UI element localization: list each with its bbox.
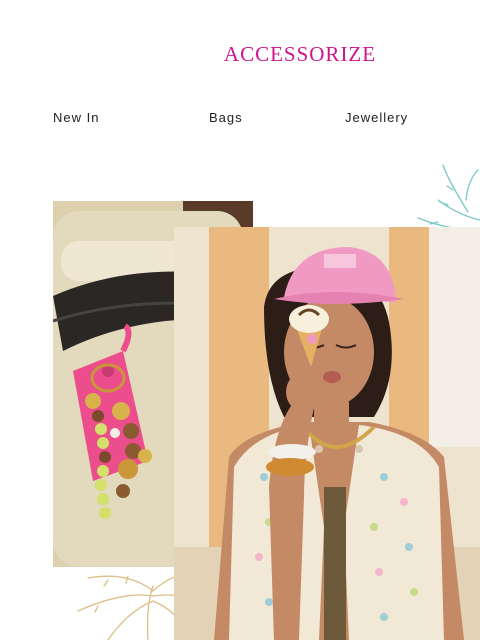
nav-jewellery[interactable]: Jewellery [345,110,408,125]
nav-new-in[interactable]: New In [53,110,99,125]
hero-image-woman-ice-cream[interactable] [174,227,480,640]
brand-logo[interactable]: ACCESSORIZE [0,42,480,67]
nav-bags[interactable]: Bags [209,110,243,125]
